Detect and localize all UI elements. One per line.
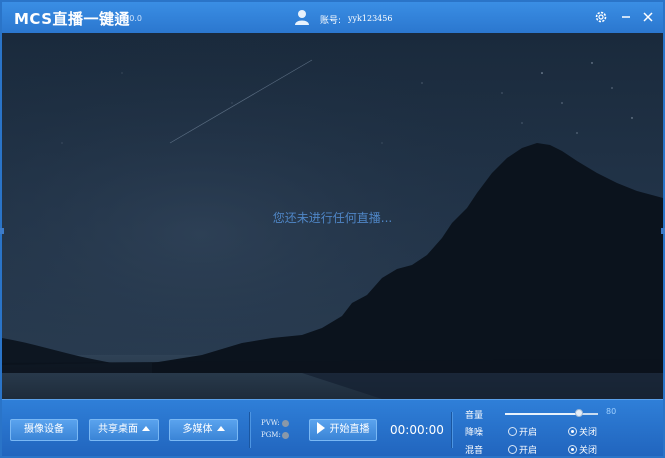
share-desktop-label: 共享桌面 [98,424,138,435]
resize-grip-left[interactable] [0,228,4,234]
pvw-label: PVW: [261,419,280,427]
pgm-indicator [282,432,289,439]
volume-slider-fill [505,413,580,415]
status-message: 您还未进行任何直播... [272,211,393,225]
volume-label: 音量 [465,411,484,421]
app-version: 2.0.0.0 [114,14,142,23]
multimedia-button[interactable]: 多媒体 [169,419,238,441]
start-live-label: 开始直播 [329,424,370,435]
start-live-button[interactable]: 开始直播 [309,419,377,441]
caret-up-icon [142,426,150,431]
pvw-indicator [282,420,289,427]
noise-off-label: 关闭 [579,428,598,438]
volume-slider-thumb[interactable] [575,409,584,417]
noise-on-label: 开启 [519,428,538,438]
noise-reduction-label: 降噪 [465,428,484,438]
camera-device-label: 摄像设备 [24,424,64,435]
gear-icon[interactable] [594,10,608,24]
play-icon [316,422,325,434]
close-icon[interactable] [641,10,655,24]
app-title: MCS直播一键通 [14,10,131,28]
account-value: yyk123456 [348,14,393,23]
volume-value: 80 [606,407,617,416]
camera-device-button[interactable]: 摄像设备 [10,419,78,441]
reverb-off-label: 关闭 [579,446,598,456]
multimedia-label: 多媒体 [182,424,213,435]
user-icon[interactable] [294,9,310,25]
app-window: MCS直播一键通 2.0.0.0 账号: yyk123456 您还未进行任何直播… [0,0,665,458]
divider [249,412,250,448]
control-bar: 摄像设备 共享桌面 多媒体 PVW: PGM: 开始直播 00:00:00 音量… [2,399,663,456]
reverb-on-radio[interactable] [508,445,517,454]
caret-up-icon [216,426,225,431]
minimize-icon[interactable] [619,10,633,24]
volume-slider[interactable] [505,413,598,415]
preview-area: 您还未进行任何直播... [2,33,663,399]
pgm-label: PGM: [261,431,281,439]
live-timer: 00:00:00 [390,423,444,437]
share-desktop-button[interactable]: 共享桌面 [89,419,159,441]
reverb-label: 混音 [465,446,484,456]
reverb-on-label: 开启 [519,446,538,456]
resize-grip-right[interactable] [661,228,665,234]
reverb-off-radio[interactable] [568,445,577,454]
noise-off-radio[interactable] [568,427,577,436]
account-label: 账号: [320,16,342,26]
title-bar: MCS直播一键通 2.0.0.0 账号: yyk123456 [2,2,663,33]
noise-on-radio[interactable] [508,427,517,436]
divider [451,412,452,448]
